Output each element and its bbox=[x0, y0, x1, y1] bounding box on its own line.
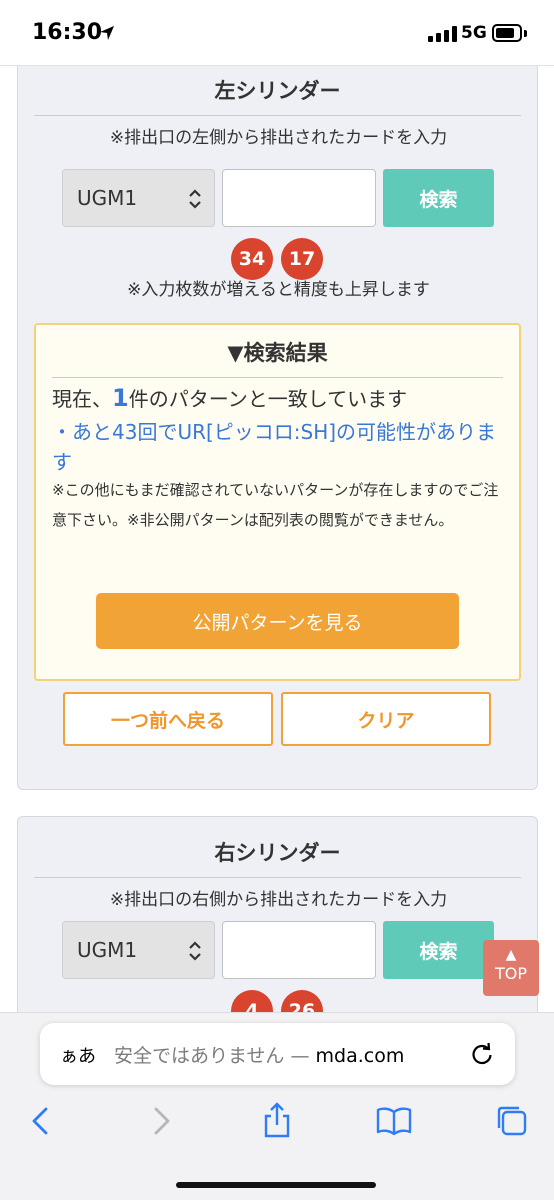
clear-button[interactable]: クリア bbox=[281, 692, 491, 746]
insecure-warning: 安全ではありません — bbox=[114, 1045, 316, 1067]
ur-prediction: ・あと43回でUR[ピッコロ:SH]の可能性があります bbox=[52, 420, 497, 474]
home-indicator bbox=[176, 1182, 376, 1188]
chevron-updown-icon bbox=[189, 189, 201, 209]
page-content: 左シリンダー ※排出口の左側から排出されたカードを入力 UGM1 検索 34 1… bbox=[0, 66, 554, 1012]
left-series-select[interactable]: UGM1 bbox=[62, 169, 215, 227]
back-icon[interactable] bbox=[22, 1101, 62, 1141]
right-series-select[interactable]: UGM1 bbox=[62, 921, 215, 979]
bookmarks-icon[interactable] bbox=[374, 1101, 414, 1141]
scroll-top-button[interactable]: ▲ TOP bbox=[483, 940, 539, 996]
share-icon[interactable] bbox=[257, 1101, 297, 1141]
match-count: 1 bbox=[112, 384, 129, 412]
left-ball-1: 34 bbox=[231, 238, 273, 280]
right-ball-2: 26 bbox=[281, 990, 323, 1012]
forward-icon bbox=[154, 1107, 170, 1135]
address-text: 安全ではありません — mda.com bbox=[114, 1041, 404, 1068]
network-type: 5G bbox=[461, 23, 487, 43]
up-arrow-icon: ▲ bbox=[505, 947, 517, 963]
left-search-button[interactable]: 検索 bbox=[383, 169, 494, 227]
battery-cap bbox=[524, 30, 527, 37]
location-arrow-icon bbox=[100, 26, 114, 40]
signal-icon bbox=[428, 26, 457, 42]
match-prefix: 現在、 bbox=[52, 387, 112, 411]
right-cylinder-instruction: ※排出口の右側から排出されたカードを入力 bbox=[109, 890, 448, 910]
text-size-button[interactable]: ぁあ bbox=[60, 1042, 96, 1068]
address-bar[interactable]: ぁあ 安全ではありません — mda.com bbox=[40, 1023, 515, 1085]
left-series-value: UGM1 bbox=[77, 186, 138, 210]
right-search-button[interactable]: 検索 bbox=[383, 921, 494, 979]
result-caution-note: ※この他にもまだ確認されていないパターンが存在しますのでご注意下さい。※非公開パ… bbox=[52, 481, 499, 529]
tabs-icon[interactable] bbox=[492, 1101, 532, 1141]
reload-icon[interactable] bbox=[468, 1040, 496, 1068]
right-cylinder-title: 右シリンダー bbox=[34, 837, 521, 878]
right-card-input[interactable] bbox=[222, 921, 376, 979]
left-cylinder-instruction: ※排出口の左側から排出されたカードを入力 bbox=[109, 128, 448, 148]
address-domain: mda.com bbox=[315, 1045, 405, 1067]
status-bar: 16:30 5G bbox=[0, 0, 554, 66]
clock: 16:30 bbox=[32, 20, 103, 45]
left-ball-2: 17 bbox=[281, 238, 323, 280]
right-cylinder-panel: 右シリンダー ※排出口の右側から排出されたカードを入力 UGM1 検索 4 26 bbox=[17, 816, 538, 1012]
left-cylinder-title: 左シリンダー bbox=[34, 75, 521, 116]
left-cylinder-panel: 左シリンダー ※排出口の左側から排出されたカードを入力 UGM1 検索 34 1… bbox=[17, 66, 538, 790]
battery-icon bbox=[492, 24, 522, 42]
chevron-updown-icon bbox=[189, 941, 201, 961]
left-card-input[interactable] bbox=[222, 169, 376, 227]
match-suffix: 件のパターンと一致しています bbox=[128, 387, 408, 411]
top-label: TOP bbox=[494, 964, 527, 983]
back-one-button[interactable]: 一つ前へ戻る bbox=[63, 692, 273, 746]
result-title: ▼検索結果 bbox=[52, 337, 503, 378]
right-series-value: UGM1 bbox=[77, 938, 138, 962]
view-pattern-button[interactable]: 公開パターンを見る bbox=[96, 593, 459, 649]
browser-toolbar: ぁあ 安全ではありません — mda.com bbox=[0, 1012, 554, 1200]
search-result-box: ▼検索結果 現在、1件のパターンと一致しています ・あと43回でUR[ピッコロ:… bbox=[34, 323, 521, 681]
right-ball-1: 4 bbox=[231, 990, 273, 1012]
match-summary: 現在、1件のパターンと一致しています bbox=[52, 383, 407, 412]
accuracy-note: ※入力枚数が増えると精度も上昇します bbox=[127, 280, 430, 300]
